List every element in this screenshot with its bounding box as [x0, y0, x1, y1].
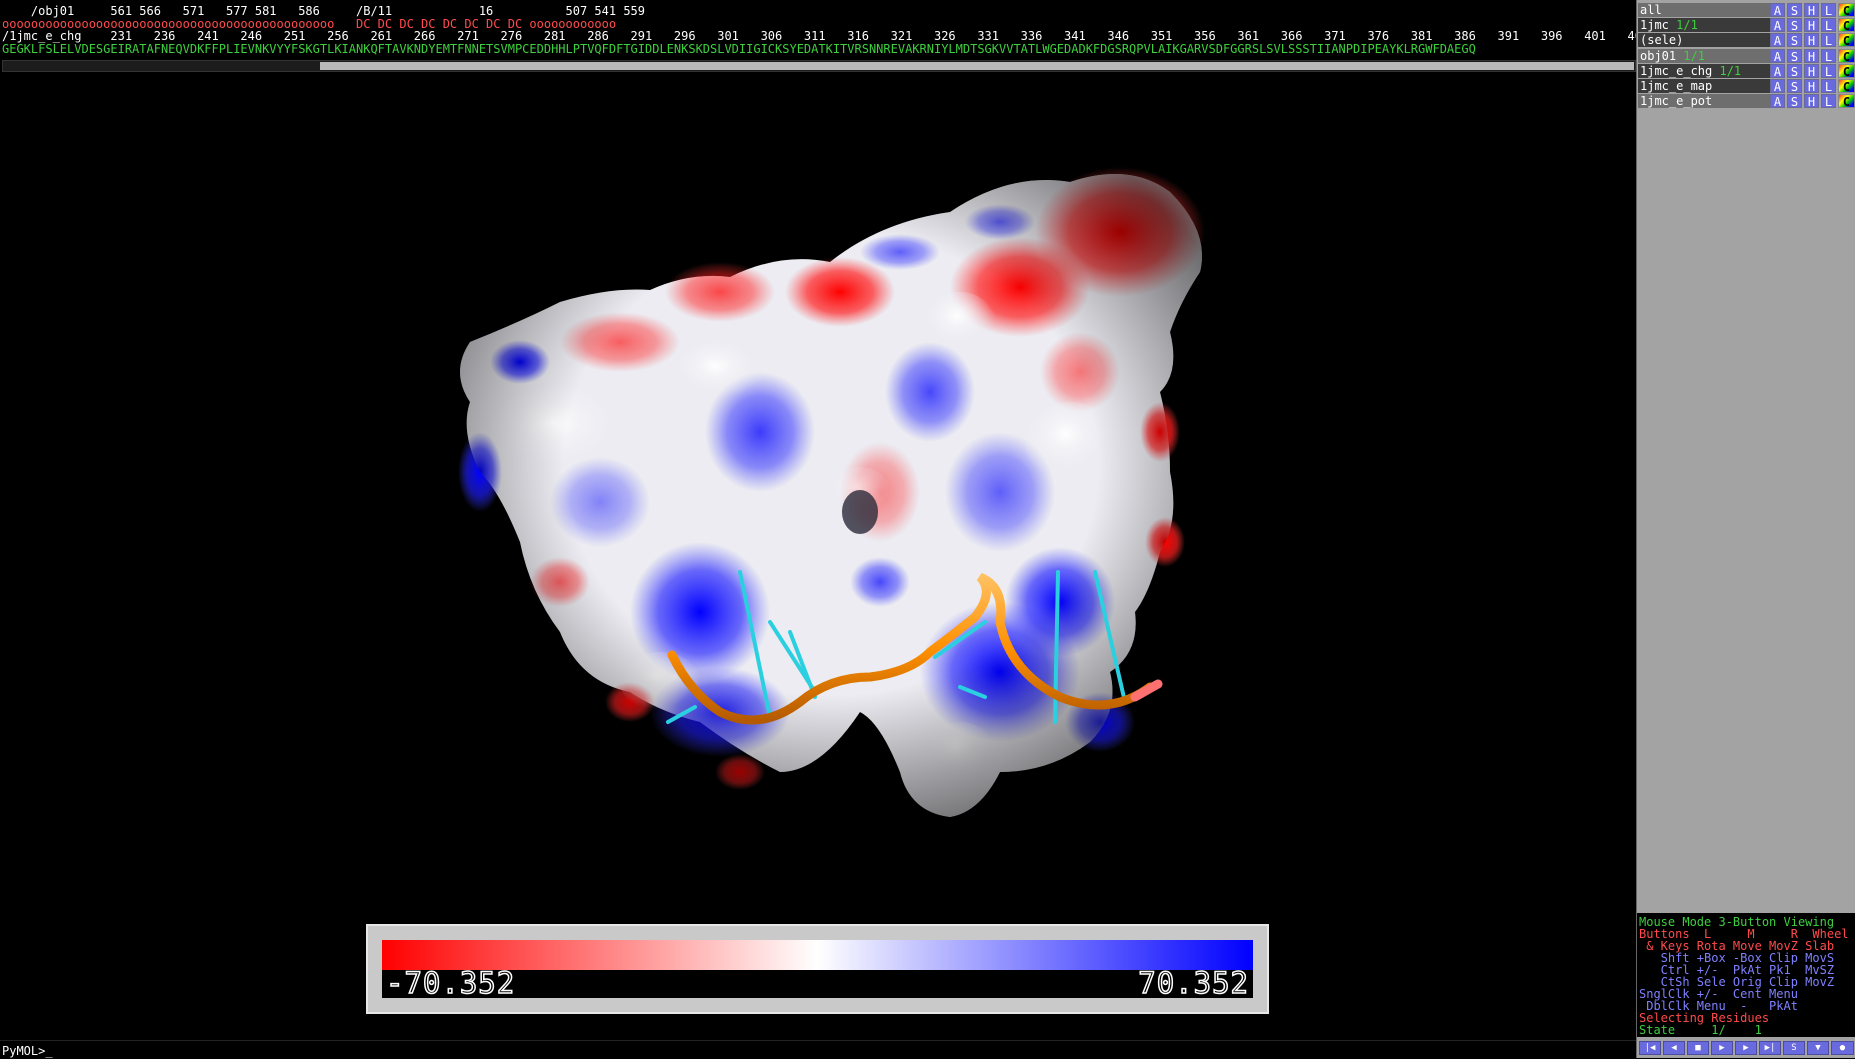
- action-button[interactable]: A: [1770, 79, 1785, 94]
- hide-button[interactable]: H: [1804, 33, 1819, 48]
- label-button[interactable]: L: [1821, 48, 1836, 64]
- object-row[interactable]: obj01 1/1 A S H L C: [1637, 48, 1855, 64]
- show-button[interactable]: S: [1787, 33, 1802, 48]
- scene-button[interactable]: S: [1783, 1041, 1805, 1055]
- stop-button[interactable]: ■: [1687, 1041, 1709, 1055]
- color-button[interactable]: C: [1838, 63, 1855, 79]
- color-button[interactable]: C: [1838, 33, 1855, 48]
- object-row[interactable]: 1jmc_e_pot ASHLC: [1637, 93, 1855, 109]
- action-button[interactable]: A: [1770, 18, 1785, 33]
- color-button[interactable]: C: [1838, 79, 1855, 94]
- color-button[interactable]: C: [1838, 48, 1855, 64]
- object-panel: all A S H L C 1jmc 1/1 A S H L C (sele) A S H L Cobj01 …: [1636, 0, 1855, 1058]
- playback-controls: |◀ ◀ ■ ▶ ▶ ▶| S ▼ ●: [1637, 1039, 1855, 1058]
- sequence-residues-1jmc[interactable]: GEGKLFSLELVDESGEIRATAFNEQVDKFFPLIEVNKVYY…: [2, 43, 1476, 56]
- object-name-button[interactable]: 1jmc_e_pot: [1638, 94, 1770, 109]
- mouse-mode-info: Mouse Mode 3-Button Viewing Buttons L M …: [1637, 913, 1855, 1037]
- object-row[interactable]: 1jmc_e_map ASHLC: [1637, 78, 1855, 94]
- color-button[interactable]: C: [1838, 3, 1855, 18]
- object-state: 1/1: [1676, 18, 1698, 33]
- label-button[interactable]: L: [1821, 79, 1836, 94]
- ramp-max-label: 70.352: [1137, 966, 1249, 1000]
- color-ramp-legend[interactable]: -70.352 70.352: [366, 924, 1269, 1014]
- object-row[interactable]: 1jmc 1/1 A S H L C: [1637, 17, 1855, 33]
- hide-button[interactable]: H: [1804, 48, 1819, 64]
- label-button[interactable]: L: [1821, 33, 1836, 48]
- show-button[interactable]: S: [1787, 79, 1802, 94]
- object-name: 1jmc_e_pot: [1640, 94, 1713, 109]
- show-button[interactable]: S: [1787, 3, 1802, 18]
- hide-button[interactable]: H: [1804, 63, 1819, 79]
- object-name-button[interactable]: 1jmc_e_map: [1638, 79, 1770, 93]
- object-state: 1/1: [1719, 63, 1742, 78]
- molecule-surface-render[interactable]: [0, 72, 1636, 1040]
- action-button[interactable]: A: [1770, 48, 1785, 64]
- action-button[interactable]: A: [1770, 3, 1785, 18]
- sequence-scrollbar-thumb[interactable]: [320, 62, 1634, 70]
- object-row[interactable]: 1jmc_e_chg 1/1 A S H L C: [1637, 63, 1855, 79]
- label-button[interactable]: L: [1821, 63, 1836, 79]
- command-line[interactable]: PyMOL>_: [0, 1040, 1636, 1059]
- record-button[interactable]: ●: [1831, 1041, 1854, 1055]
- object-name-button[interactable]: all: [1638, 3, 1770, 17]
- play-button[interactable]: ▶: [1711, 1041, 1733, 1055]
- label-button[interactable]: L: [1821, 18, 1836, 33]
- surface-shading: [460, 174, 1202, 817]
- object-name-button[interactable]: obj01 1/1: [1638, 48, 1770, 63]
- state-indicator: State 1/ 1: [1639, 1023, 1762, 1037]
- command-prompt[interactable]: PyMOL>_: [2, 1044, 53, 1058]
- hide-button[interactable]: H: [1804, 18, 1819, 33]
- last-frame-button[interactable]: ▶|: [1759, 1041, 1781, 1055]
- object-name: (sele): [1640, 33, 1684, 48]
- color-button[interactable]: C: [1838, 18, 1855, 33]
- object-name: 1jmc_e_map: [1640, 79, 1713, 93]
- down-arrow-button[interactable]: ▼: [1807, 1041, 1829, 1055]
- action-button[interactable]: A: [1770, 33, 1785, 48]
- sequence-viewer[interactable]: /obj01 561 566 571 577 581 586 /B/11 16 …: [0, 0, 1636, 72]
- show-button[interactable]: S: [1787, 48, 1802, 64]
- label-button[interactable]: L: [1821, 3, 1836, 18]
- prev-frame-button[interactable]: ◀: [1663, 1041, 1685, 1055]
- action-button[interactable]: A: [1770, 63, 1785, 79]
- object-name: obj01: [1640, 48, 1677, 63]
- molecular-viewport[interactable]: [0, 72, 1636, 1040]
- object-state: 1/1: [1683, 48, 1706, 63]
- show-button[interactable]: S: [1787, 63, 1802, 79]
- action-button[interactable]: A: [1770, 94, 1785, 109]
- ramp-min-label: -70.352: [385, 966, 516, 1000]
- object-name: all: [1640, 3, 1662, 17]
- object-name: 1jmc_e_chg: [1640, 63, 1713, 78]
- first-frame-button[interactable]: |◀: [1639, 1041, 1661, 1055]
- object-name-button[interactable]: (sele): [1638, 33, 1770, 48]
- hide-button[interactable]: H: [1804, 94, 1819, 109]
- color-button[interactable]: C: [1838, 94, 1855, 109]
- object-name-button[interactable]: 1jmc_e_chg 1/1: [1638, 63, 1770, 78]
- object-row[interactable]: all ASHLC: [1637, 2, 1855, 18]
- dna-strand-end: [1130, 679, 1163, 702]
- label-button[interactable]: L: [1821, 94, 1836, 109]
- hide-button[interactable]: H: [1804, 3, 1819, 18]
- hide-button[interactable]: H: [1804, 79, 1819, 94]
- show-button[interactable]: S: [1787, 18, 1802, 33]
- sequence-scrollbar[interactable]: [2, 60, 1636, 72]
- object-row[interactable]: (sele) ASHLC: [1637, 32, 1855, 48]
- next-frame-button[interactable]: ▶: [1735, 1041, 1757, 1055]
- show-button[interactable]: S: [1787, 94, 1802, 109]
- color-ramp-body: -70.352 70.352: [382, 940, 1253, 1000]
- object-name: 1jmc: [1640, 18, 1669, 33]
- surface-cleft: [842, 490, 878, 534]
- object-name-button[interactable]: 1jmc 1/1: [1638, 18, 1770, 33]
